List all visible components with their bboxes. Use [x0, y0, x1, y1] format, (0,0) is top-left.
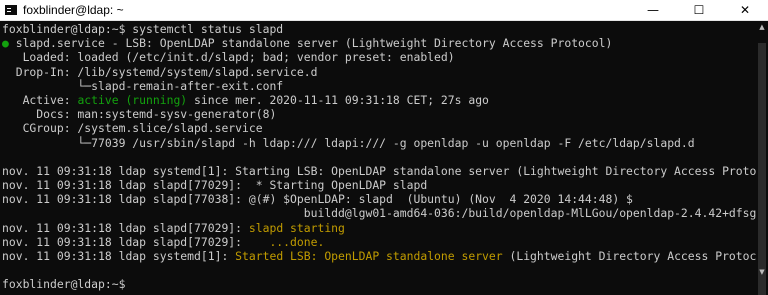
terminal-line: Active: active (running) since mer. 2020… [2, 93, 756, 107]
terminal-text: slapd.service - LSB: OpenLDAP standalone… [8, 36, 613, 51]
terminal-text: buildd@lgw01-amd64-036:/build/openldap-M… [2, 206, 756, 221]
terminal-app-icon [5, 5, 17, 15]
terminal-text: nov. 11 09:31:18 ldap slapd[77029]: [2, 220, 249, 235]
terminal-line: buildd@lgw01-amd64-036:/build/openldap-M… [2, 206, 756, 220]
terminal-line: nov. 11 09:31:18 ldap slapd[77029]: slap… [2, 221, 756, 235]
status-dot-icon: ● [2, 36, 9, 51]
maximize-button[interactable]: ☐ [676, 0, 722, 20]
terminal-text: ...done. [269, 234, 325, 249]
terminal-line: nov. 11 09:31:18 ldap slapd[77038]: @(#)… [2, 192, 756, 206]
terminal-line: nov. 11 09:31:18 ldap systemd[1]: Starti… [2, 164, 756, 178]
terminal-line: nov. 11 09:31:18 ldap slapd[77029]: * St… [2, 178, 756, 192]
terminal-text: nov. 11 09:31:18 ldap slapd[77029]: * St… [2, 178, 428, 193]
scrollbar-thumb[interactable] [758, 43, 766, 295]
terminal-text: slapd starting [248, 220, 345, 235]
terminal-line: Loaded: loaded (/etc/init.d/slapd; bad; … [2, 50, 756, 64]
terminal-output[interactable]: foxblinder@ldap:~$ systemctl status slap… [2, 21, 756, 291]
terminal-text: Active: [2, 92, 78, 107]
minimize-button[interactable]: — [630, 0, 676, 20]
terminal-text: since mer. 2020-11-11 09:31:18 CET; 27s … [187, 92, 489, 107]
terminal-line: foxblinder@ldap:~$ systemctl status slap… [2, 22, 756, 36]
terminal-text: nov. 11 09:31:18 ldap slapd[77029]: [2, 234, 270, 249]
terminal-text: └─slapd-remain-after-exit.conf [2, 78, 284, 93]
terminal-text: Drop-In: /lib/systemd/system/slapd.servi… [2, 64, 318, 79]
terminal-text: (Lightweight Directory Access Protocol). [502, 249, 756, 263]
terminal-text: active (running) [77, 92, 188, 107]
terminal-line: Docs: man:systemd-sysv-generator(8) [2, 107, 756, 121]
window-controls: — ☐ ✕ [630, 0, 768, 20]
terminal-line: nov. 11 09:31:18 ldap systemd[1]: Starte… [2, 249, 756, 263]
terminal-text: Loaded: loaded (/etc/init.d/slapd; bad; … [2, 50, 455, 65]
scroll-down-arrow-icon[interactable]: ▼ [756, 266, 768, 278]
terminal-line: foxblinder@ldap:~$ [2, 277, 756, 291]
terminal-text: CGroup: /system.slice/slapd.service [2, 121, 263, 136]
title-bar[interactable]: foxblinder@ldap: ~ — ☐ ✕ [0, 0, 768, 21]
vertical-scrollbar[interactable]: ▲ ▼ [756, 21, 768, 295]
terminal-text: nov. 11 09:31:18 ldap slapd[77038]: @(#)… [2, 192, 633, 207]
terminal-window: foxblinder@ldap: ~ — ☐ ✕ foxblinder@ldap… [0, 0, 768, 295]
terminal-line: nov. 11 09:31:18 ldap slapd[77029]: ...d… [2, 235, 756, 249]
terminal-line: └─slapd-remain-after-exit.conf [2, 79, 756, 93]
scroll-up-arrow-icon[interactable]: ▲ [756, 21, 768, 33]
terminal-text: Docs: man:systemd-sysv-generator(8) [2, 107, 277, 122]
window-title: foxblinder@ldap: ~ [23, 3, 124, 17]
terminal-line: CGroup: /system.slice/slapd.service [2, 121, 756, 135]
terminal-text: nov. 11 09:31:18 ldap systemd[1]: [2, 249, 236, 263]
terminal-text: foxblinder@ldap:~$ systemctl status slap… [2, 22, 284, 36]
close-button[interactable]: ✕ [722, 0, 768, 20]
terminal-text: nov. 11 09:31:18 ldap systemd[1]: Starti… [2, 163, 756, 178]
terminal-line: └─77039 /usr/sbin/slapd -h ldap:/// ldap… [2, 136, 756, 150]
terminal-text: foxblinder@ldap:~$ [2, 277, 126, 292]
terminal-text: Started LSB: OpenLDAP standalone server [235, 249, 503, 263]
terminal-text: └─77039 /usr/sbin/slapd -h ldap:/// ldap… [2, 135, 695, 150]
terminal-line: ● slapd.service - LSB: OpenLDAP standalo… [2, 36, 756, 50]
terminal-line: Drop-In: /lib/systemd/system/slapd.servi… [2, 65, 756, 79]
